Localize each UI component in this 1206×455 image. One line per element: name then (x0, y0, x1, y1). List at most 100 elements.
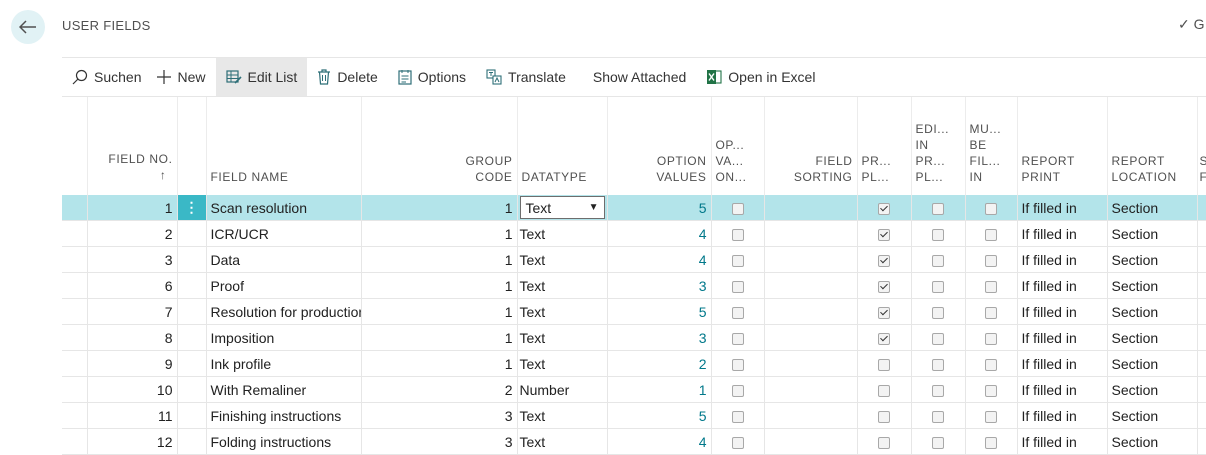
extra-cell[interactable] (1197, 272, 1206, 299)
edit-in-pr-pl-checkbox[interactable] (932, 228, 944, 241)
edit-in-pr-pl-checkbox[interactable] (932, 202, 944, 215)
pr-pl-checkbox[interactable] (878, 228, 890, 241)
column-header-edit-in-pr-pl[interactable]: EDI... IN PR... PL... (911, 97, 966, 195)
op-va-on-cell[interactable] (711, 350, 765, 377)
op-va-on-checkbox[interactable] (731, 306, 744, 319)
extra-cell[interactable] (1197, 246, 1206, 273)
must-be-filled-in-cell[interactable] (965, 428, 1018, 455)
extra-cell[interactable] (1197, 220, 1206, 247)
pr-pl-checkbox[interactable] (878, 358, 890, 371)
pr-pl-cell[interactable] (857, 298, 912, 325)
datatype-cell[interactable]: Text (517, 324, 608, 351)
row-actions-icon[interactable] (177, 402, 207, 429)
must-be-filled-in-cell[interactable] (965, 272, 1018, 299)
edit-in-pr-pl-cell[interactable] (911, 195, 966, 221)
field-name-cell[interactable]: Scan resolution (206, 195, 362, 221)
report-print-cell[interactable]: If filled in (1017, 272, 1108, 299)
extra-cell[interactable] (1197, 298, 1206, 325)
row-actions-icon[interactable] (177, 376, 207, 403)
column-header-field-sorting[interactable]: FIELD SORTING (764, 97, 858, 195)
extra-cell[interactable] (1197, 350, 1206, 377)
column-header-field-no[interactable]: FIELD NO. ↑ (87, 97, 178, 195)
edit-in-pr-pl-cell[interactable] (911, 298, 966, 325)
datatype-cell[interactable]: Text (517, 298, 608, 325)
datatype-cell[interactable]: Text (517, 220, 608, 247)
must-be-filled-in-cell[interactable] (965, 195, 1018, 221)
row-actions-icon[interactable] (177, 298, 207, 325)
pr-pl-cell[interactable] (857, 376, 912, 403)
must-be-filled-in-cell[interactable] (965, 350, 1018, 377)
pr-pl-cell[interactable] (857, 428, 912, 455)
op-va-on-checkbox[interactable] (731, 410, 744, 423)
op-va-on-cell[interactable] (711, 220, 765, 247)
op-va-on-checkbox[interactable] (731, 202, 744, 215)
must-be-filled-in-checkbox[interactable] (985, 358, 997, 371)
report-print-cell[interactable]: If filled in (1017, 428, 1108, 455)
option-values-link[interactable]: 5 (607, 402, 712, 429)
table-row[interactable]: 8 Imposition 1 Text 3 If filled in Secti… (62, 324, 1206, 351)
group-code-cell[interactable]: 1 (361, 272, 518, 299)
field-name-cell[interactable]: Proof (206, 272, 362, 299)
column-header-group-code[interactable]: GROUP CODE (361, 97, 518, 195)
group-code-cell[interactable]: 1 (361, 298, 518, 325)
must-be-filled-in-cell[interactable] (965, 298, 1018, 325)
column-header-report-location[interactable]: REPORT LOCATION (1107, 97, 1198, 195)
edit-in-pr-pl-cell[interactable] (911, 376, 966, 403)
pr-pl-checkbox[interactable] (878, 410, 890, 423)
group-code-cell[interactable]: 1 (361, 324, 518, 351)
row-actions-icon[interactable]: ⋮ (177, 195, 207, 221)
edit-in-pr-pl-checkbox[interactable] (932, 358, 944, 371)
must-be-filled-in-checkbox[interactable] (985, 202, 997, 215)
report-print-cell[interactable]: If filled in (1017, 195, 1108, 221)
column-header-pr-pl[interactable]: PR... PL... (857, 97, 912, 195)
datatype-cell[interactable]: Text (517, 402, 608, 429)
datatype-cell[interactable]: Text ▼ (517, 195, 608, 221)
report-print-cell[interactable]: If filled in (1017, 350, 1108, 377)
field-sorting-cell[interactable] (764, 428, 858, 455)
column-header-must-be-filled-in[interactable]: MU... BE FIL... IN (965, 97, 1018, 195)
op-va-on-checkbox[interactable] (731, 436, 744, 449)
must-be-filled-in-cell[interactable] (965, 376, 1018, 403)
ok-button[interactable]: ✓ G (1178, 16, 1206, 33)
group-code-cell[interactable]: 1 (361, 350, 518, 377)
option-values-link[interactable]: 2 (607, 350, 712, 377)
field-name-cell[interactable]: Resolution for production (206, 298, 362, 325)
report-print-cell[interactable]: If filled in (1017, 402, 1108, 429)
pr-pl-cell[interactable] (857, 246, 912, 273)
table-row[interactable]: 3 Data 1 Text 4 If filled in Section (62, 246, 1206, 273)
report-location-cell[interactable]: Section (1107, 220, 1198, 247)
pr-pl-checkbox[interactable] (878, 254, 890, 267)
option-values-link[interactable]: 4 (607, 220, 712, 247)
column-header-report-print[interactable]: REPORT PRINT (1017, 97, 1108, 195)
datatype-cell[interactable]: Text (517, 350, 608, 377)
must-be-filled-in-checkbox[interactable] (985, 306, 997, 319)
edit-in-pr-pl-checkbox[interactable] (932, 254, 944, 267)
op-va-on-cell[interactable] (711, 376, 765, 403)
must-be-filled-in-cell[interactable] (965, 220, 1018, 247)
datatype-cell[interactable]: Number (517, 376, 608, 403)
must-be-filled-in-cell[interactable] (965, 402, 1018, 429)
datatype-select[interactable]: Text ▼ (519, 196, 605, 219)
pr-pl-cell[interactable] (857, 272, 912, 299)
row-actions-icon[interactable] (177, 272, 207, 299)
delete-button[interactable]: Delete (307, 58, 387, 96)
report-print-cell[interactable]: If filled in (1017, 324, 1108, 351)
row-actions-icon[interactable] (177, 246, 207, 273)
edit-in-pr-pl-checkbox[interactable] (932, 384, 944, 397)
column-header-op-va-on[interactable]: OP... VA... ON... (711, 97, 765, 195)
column-header-datatype[interactable]: DATATYPE (517, 97, 608, 195)
column-header-option-values[interactable]: OPTION VALUES (607, 97, 712, 195)
table-row[interactable]: 6 Proof 1 Text 3 If filled in Section (62, 272, 1206, 299)
new-button[interactable]: New (151, 58, 215, 96)
option-values-link[interactable]: 5 (607, 195, 712, 221)
pr-pl-cell[interactable] (857, 402, 912, 429)
open-in-excel-button[interactable]: Open in Excel (696, 58, 825, 96)
option-values-link[interactable]: 5 (607, 298, 712, 325)
field-name-cell[interactable]: Folding instructions (206, 428, 362, 455)
table-row[interactable]: 1 ⋮ Scan resolution 1 Text ▼ 5 If filled … (62, 195, 1206, 221)
table-row[interactable]: 7 Resolution for production 1 Text 5 If … (62, 298, 1206, 325)
pr-pl-checkbox[interactable] (878, 202, 890, 215)
row-actions-icon[interactable] (177, 220, 207, 247)
pr-pl-checkbox[interactable] (878, 280, 890, 293)
field-sorting-cell[interactable] (764, 272, 858, 299)
